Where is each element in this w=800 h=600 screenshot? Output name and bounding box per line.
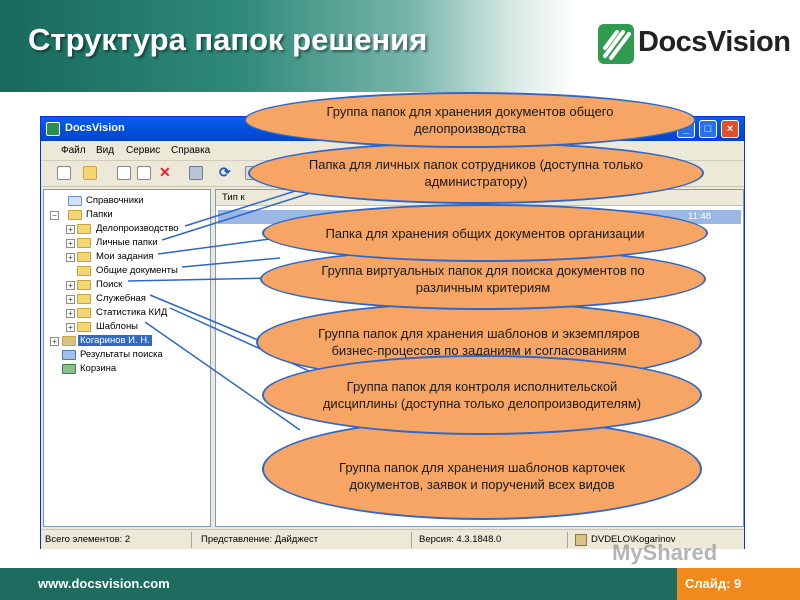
status-divider (567, 532, 568, 548)
watermark: MyShared (612, 540, 718, 565)
tree-item-label: Поиск (96, 279, 123, 290)
status-total: Всего элементов: 2 (45, 534, 131, 545)
callout-office-work: Группа папок для хранения документов общ… (244, 92, 696, 148)
tree-item-label: Справочники (86, 195, 144, 206)
expand-icon[interactable]: + (66, 253, 75, 262)
expand-icon[interactable]: + (66, 225, 75, 234)
user-icon (575, 534, 587, 546)
status-version: Версия: 4.3.1848.0 (419, 534, 502, 545)
callout-text: Группа папок для хранения шаблонов и экз… (318, 326, 640, 358)
callout-text: Группа папок для хранения документов общ… (326, 104, 614, 136)
tree-item-label: Личные папки (96, 237, 158, 248)
slide-footer: www.docsvision.com Слайд: 9 (0, 568, 800, 600)
tree-item-label: Когаринов И. Н. (78, 335, 152, 346)
status-view: Представление: Дайджест (201, 534, 319, 545)
slide: Структура папок решения DocsVision DocsV… (0, 0, 800, 600)
menu-file[interactable]: Файл (61, 145, 86, 156)
callout-text: Группа папок для хранения шаблонов карто… (339, 460, 625, 492)
expand-icon[interactable]: + (66, 309, 75, 318)
paste-icon[interactable] (137, 166, 151, 180)
column-type-label: Тип к (222, 192, 245, 203)
slide-header: Структура папок решения DocsVision (0, 0, 800, 92)
callout-text: Группа папок для контроля исполнительско… (322, 379, 642, 411)
delete-icon[interactable]: ✕ (159, 165, 173, 180)
folder-icon (77, 238, 91, 248)
callout-text: Папка для хранения общих документов орга… (325, 225, 645, 241)
callout-discipline-control: Группа папок для контроля исполнительско… (262, 355, 702, 435)
callout-text: Группа виртуальных папок для поиска доку… (321, 263, 645, 295)
slide-number: Слайд: 9 (677, 568, 800, 600)
folder-icon (77, 280, 91, 290)
recycle-bin-icon (62, 364, 76, 374)
folder-icon (77, 322, 91, 332)
expand-icon[interactable]: + (50, 337, 59, 346)
close-button[interactable]: × (721, 120, 739, 138)
new-folder-icon[interactable] (83, 166, 97, 180)
tree-item-label: Статистика КИД (96, 307, 168, 318)
tree-item-label: Папки (86, 209, 113, 220)
folder-icon (77, 224, 91, 234)
folder-icon (77, 252, 91, 262)
expand-icon[interactable]: + (66, 281, 75, 290)
status-divider (191, 532, 192, 548)
tree-item-label: Общие документы (96, 265, 178, 276)
window-title: DocsVision (65, 122, 125, 134)
tree-item-label: Служебная (96, 293, 146, 304)
callout-personal-folders: Папка для личных папок сотрудников (дост… (248, 142, 704, 204)
folder-icon (77, 266, 91, 276)
search-results-icon (62, 350, 76, 360)
menu-help[interactable]: Справка (171, 145, 210, 156)
user-folder-icon (62, 336, 76, 346)
docsvision-logo: DocsVision (596, 22, 791, 68)
expand-icon[interactable]: + (66, 239, 75, 248)
folder-tree: Справочники − Папки + Делопроизводство +… (43, 189, 211, 527)
refresh-icon[interactable]: ⟳ (219, 165, 233, 180)
tree-item-label: Мои задания (96, 251, 154, 262)
folder-icon (77, 308, 91, 318)
print-icon[interactable] (189, 166, 203, 180)
callout-shared-documents: Папка для хранения общих документов орга… (262, 204, 708, 262)
folder-icon (68, 210, 82, 220)
tree-item-label: Делопроизводство (96, 223, 179, 234)
book-icon (68, 196, 82, 206)
menu-view[interactable]: Вид (96, 145, 114, 156)
tree-item-label: Корзина (80, 363, 117, 374)
tree-item-label: Шаблоны (96, 321, 139, 332)
logo-text: DocsVision (638, 26, 791, 58)
tree-item-label: Результаты поиска (80, 349, 163, 360)
expand-icon[interactable]: + (66, 323, 75, 332)
expand-icon[interactable]: + (66, 295, 75, 304)
app-icon (46, 122, 60, 136)
menu-service[interactable]: Сервис (126, 145, 160, 156)
new-document-icon[interactable] (57, 166, 71, 180)
callout-text: Папка для личных папок сотрудников (дост… (308, 157, 644, 189)
row-time: 11:48 (688, 211, 712, 222)
footer-url[interactable]: www.docsvision.com (38, 576, 170, 591)
collapse-icon[interactable]: − (50, 211, 59, 220)
docsvision-logo-mark-icon (598, 24, 634, 64)
status-divider (411, 532, 412, 548)
copy-icon[interactable] (117, 166, 131, 180)
folder-icon (77, 294, 91, 304)
maximize-button[interactable]: □ (699, 120, 717, 138)
slide-title: Структура папок решения (28, 22, 428, 57)
